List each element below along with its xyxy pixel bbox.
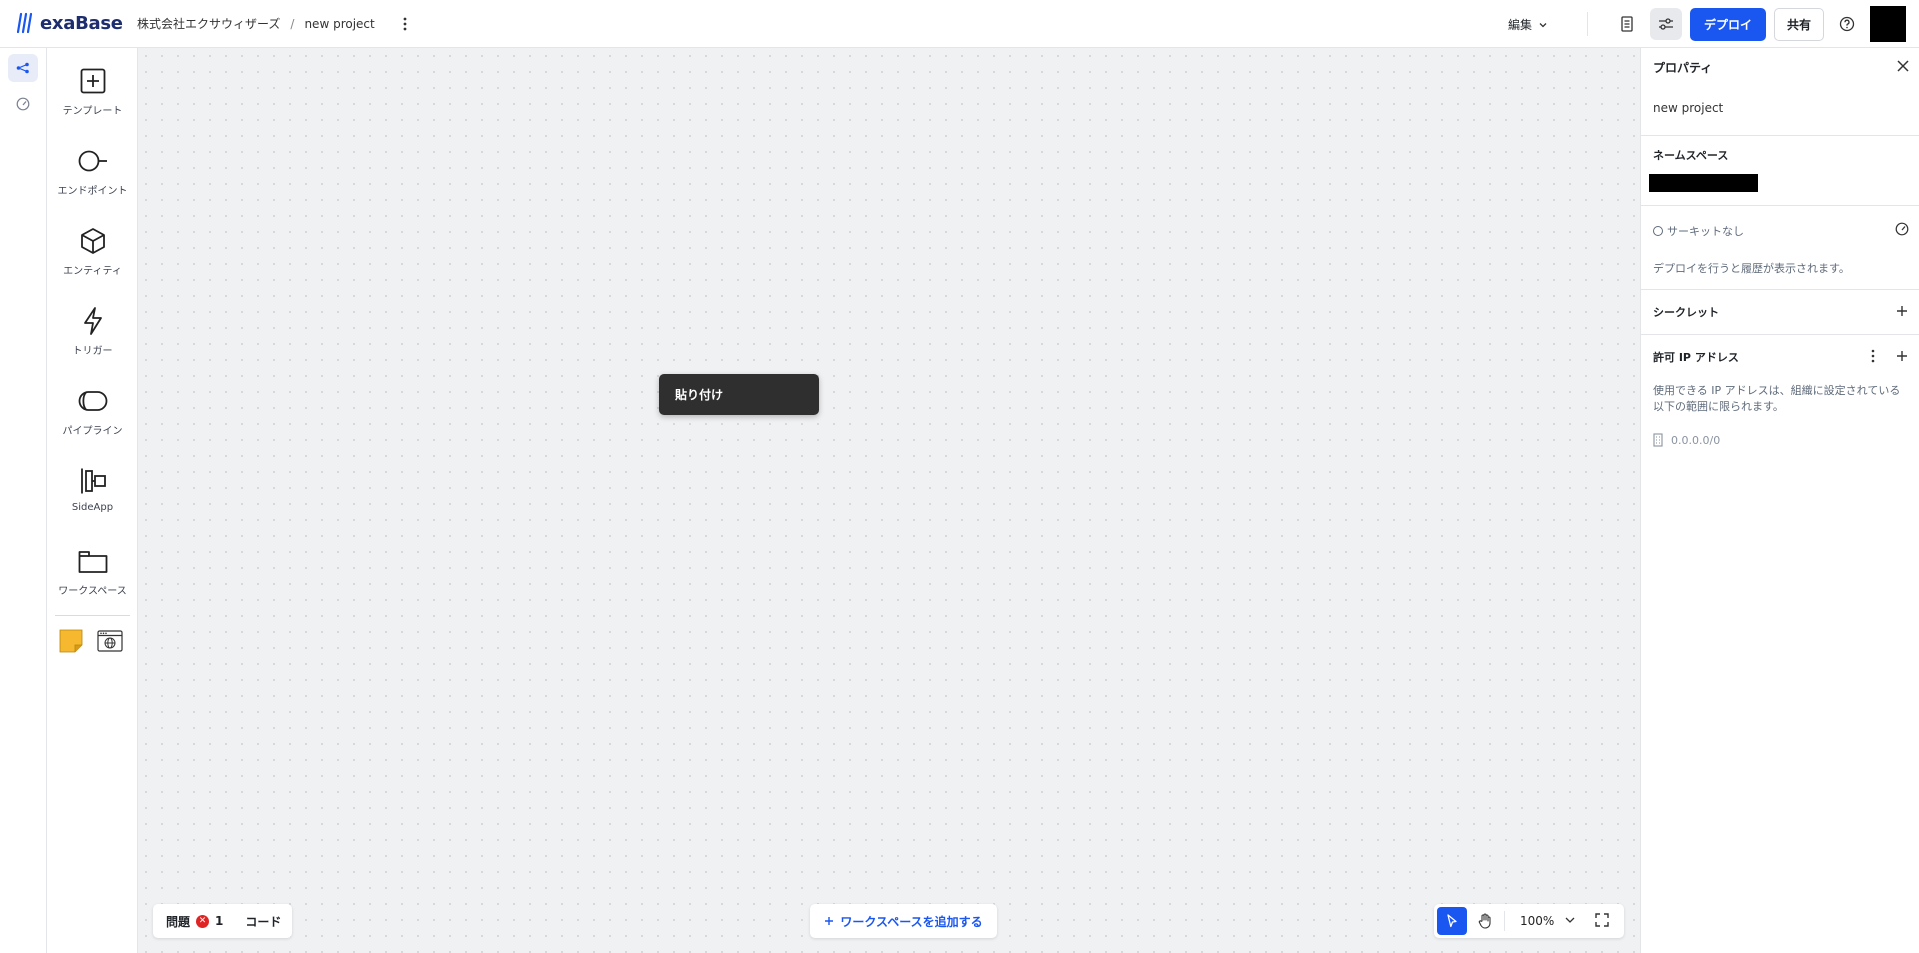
panel-title: プロパティ xyxy=(1653,61,1713,75)
code-tab[interactable]: コード xyxy=(245,913,281,930)
fullscreen-icon[interactable] xyxy=(1594,912,1610,928)
deploy-history-message: デプロイを行うと履歴が表示されます。 xyxy=(1653,262,1850,275)
graph-nodes-icon xyxy=(16,62,29,74)
add-ip-icon[interactable] xyxy=(1895,349,1909,363)
hand-icon xyxy=(1478,913,1491,929)
palette-label: エンドポイント xyxy=(57,186,128,197)
panel-divider xyxy=(1641,135,1919,136)
palette-item-entity[interactable]: エンティティ xyxy=(47,208,138,288)
palette-item-pipeline[interactable]: パイプライン xyxy=(47,368,138,448)
panel-project-name[interactable]: new project xyxy=(1653,101,1723,115)
close-icon[interactable] xyxy=(1895,58,1911,74)
namespace-title: ネームスペース xyxy=(1653,149,1729,162)
pipeline-icon xyxy=(78,386,108,416)
plus-icon xyxy=(825,917,834,925)
gauge-icon xyxy=(16,97,30,111)
panel-divider xyxy=(1641,205,1919,206)
folder-icon xyxy=(78,546,108,576)
palette-divider xyxy=(55,615,130,616)
sticky-note-icon[interactable] xyxy=(58,628,84,654)
document-button[interactable] xyxy=(1611,8,1643,40)
lightning-icon xyxy=(78,306,108,336)
cube-icon xyxy=(78,226,108,256)
issues-bar[interactable]: 問題 ✕ 1 コード xyxy=(153,904,292,938)
circuit-label: サーキットなし xyxy=(1667,225,1744,238)
breadcrumb-separator: / xyxy=(290,16,295,31)
project-menu-icon[interactable] xyxy=(397,16,413,32)
palette-label: テンプレート xyxy=(62,106,123,117)
design-canvas[interactable]: 貼り付け 問題 ✕ 1 コード ワークスペースを追加する 100% xyxy=(138,48,1640,953)
allowed-ip-title: 許可 IP アドレス xyxy=(1653,351,1739,364)
top-header: exaBase 株式会社エクサウィザーズ / new project 編集 デプ… xyxy=(0,0,1919,48)
deploy-button[interactable]: デプロイ xyxy=(1690,8,1766,41)
error-icon: ✕ xyxy=(196,914,210,928)
context-menu-paste[interactable]: 貼り付け xyxy=(659,374,819,415)
cursor-icon xyxy=(1447,914,1457,928)
canvas-toolbar: 100% xyxy=(1434,904,1624,938)
share-button[interactable]: 共有 xyxy=(1774,8,1824,41)
chevron-down-icon xyxy=(1539,22,1547,27)
add-workspace-label: ワークスペースを追加する xyxy=(840,914,983,929)
gauge-icon[interactable] xyxy=(1895,222,1909,236)
ip-range-row: 0.0.0.0/0 xyxy=(1653,433,1720,447)
rail-monitor-button[interactable] xyxy=(8,90,38,118)
sliders-icon xyxy=(1659,18,1673,30)
app-logo[interactable]: exaBase xyxy=(16,12,123,34)
pan-tool-button[interactable] xyxy=(1470,907,1500,935)
breadcrumb: 株式会社エクサウィザーズ / new project xyxy=(137,15,413,32)
issues-label[interactable]: 問題 xyxy=(166,913,190,930)
palette-item-workspace[interactable]: ワークスペース xyxy=(47,528,138,608)
palette-label: ワークスペース xyxy=(58,586,127,597)
add-workspace-button[interactable]: ワークスペースを追加する xyxy=(810,904,997,938)
logo-text: exaBase xyxy=(40,12,123,34)
building-icon xyxy=(1653,433,1663,447)
document-icon xyxy=(1621,16,1633,32)
circle-icon xyxy=(1653,226,1663,236)
web-app-icon[interactable] xyxy=(97,628,123,654)
select-tool-button[interactable] xyxy=(1437,907,1467,935)
zoom-level[interactable]: 100% xyxy=(1520,914,1554,928)
edit-mode-label: 編集 xyxy=(1508,18,1533,32)
namespace-value xyxy=(1649,174,1758,192)
help-button[interactable] xyxy=(1831,8,1863,40)
palette-label: SideApp xyxy=(71,502,114,513)
kebab-menu-icon[interactable] xyxy=(1871,349,1875,363)
add-square-icon xyxy=(78,66,108,96)
add-secret-icon[interactable] xyxy=(1895,304,1909,318)
palette-item-endpoint[interactable]: エンドポイント xyxy=(47,128,138,208)
palette-item-template[interactable]: テンプレート xyxy=(47,48,138,128)
panel-divider xyxy=(1641,289,1919,290)
properties-toggle-button[interactable] xyxy=(1650,8,1682,40)
issues-count: 1 xyxy=(215,914,224,928)
chevron-down-icon[interactable] xyxy=(1564,914,1576,926)
breadcrumb-org[interactable]: 株式会社エクサウィザーズ xyxy=(137,15,280,32)
palette-label: パイプライン xyxy=(62,426,123,437)
component-palette: テンプレート エンドポイント エンティティ トリガー パイプライン SideAp… xyxy=(47,48,138,953)
breadcrumb-project[interactable]: new project xyxy=(304,17,374,31)
rail-graph-button[interactable] xyxy=(8,54,38,82)
edit-mode-dropdown[interactable]: 編集 xyxy=(1508,16,1548,33)
allowed-ip-description: 使用できる IP アドレスは、組織に設定されている以下の範囲に限られます。 xyxy=(1653,384,1901,413)
palette-label: エンティティ xyxy=(63,266,122,277)
palette-item-sideapp[interactable]: SideApp xyxy=(47,448,138,528)
ip-range-value: 0.0.0.0/0 xyxy=(1671,433,1721,447)
toolbar-divider xyxy=(1504,911,1505,931)
user-avatar[interactable] xyxy=(1870,6,1906,42)
sideapp-icon xyxy=(78,466,108,496)
exabase-logo-icon xyxy=(16,12,33,34)
endpoint-icon xyxy=(78,146,108,176)
secret-title: シークレット xyxy=(1653,306,1719,319)
properties-panel: プロパティ new project ネームスペース サーキットなし デプロイを行… xyxy=(1640,48,1919,953)
circuit-status: サーキットなし xyxy=(1653,223,1744,239)
help-icon xyxy=(1839,16,1855,32)
header-divider xyxy=(1587,12,1588,36)
panel-divider xyxy=(1641,334,1919,335)
left-rail xyxy=(0,48,47,953)
palette-item-trigger[interactable]: トリガー xyxy=(47,288,138,368)
palette-label: トリガー xyxy=(72,346,113,357)
